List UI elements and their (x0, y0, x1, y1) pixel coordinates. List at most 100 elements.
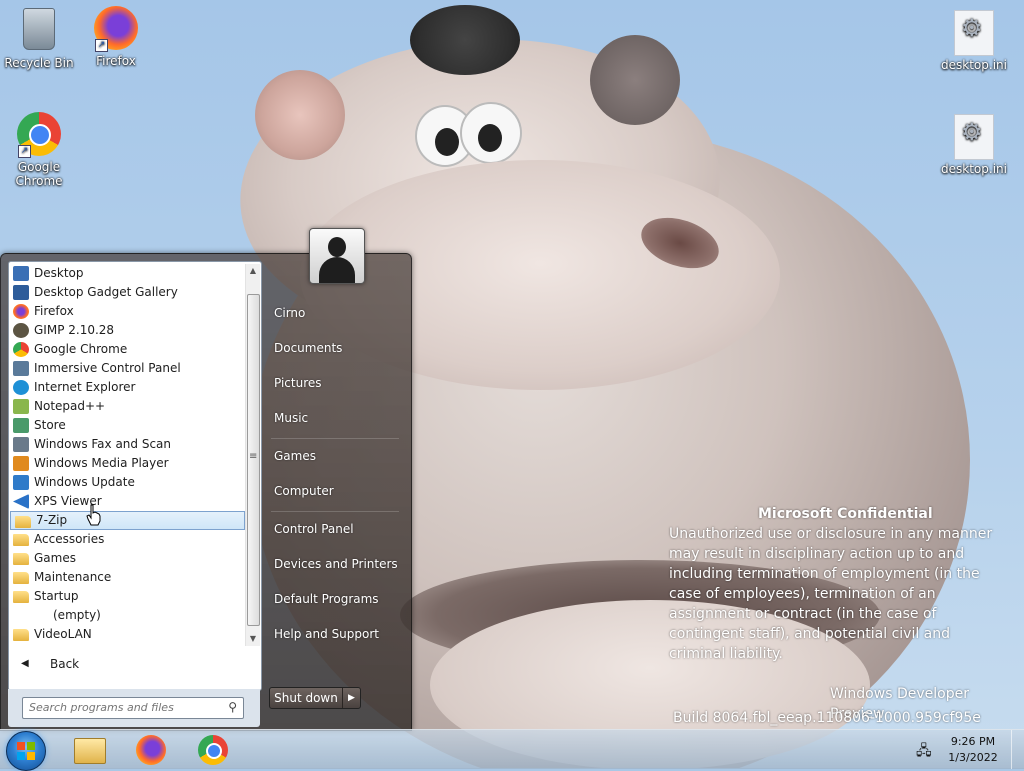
right-pane-devices-printers[interactable]: Devices and Printers (274, 557, 398, 571)
search-input[interactable] (23, 698, 223, 716)
desktop-icon-label: desktop.ini (941, 58, 1007, 72)
program-item[interactable]: GIMP 2.10.28 (9, 321, 245, 340)
chrome-icon (198, 735, 228, 765)
shortcut-arrow-icon: ↗ (18, 145, 31, 158)
watermark-title: Microsoft Confidential (758, 506, 933, 522)
show-desktop-button[interactable] (1011, 730, 1024, 769)
desktop-icon-chrome[interactable]: ↗ Google Chrome (1, 112, 77, 188)
back-label: Back (50, 657, 80, 671)
right-pane-control-panel[interactable]: Control Panel (274, 522, 354, 536)
watermark-body: Unauthorized use or disclosure in any ma… (669, 526, 993, 662)
watermark-build: Build 8064.fbl_eeap.110806-1000.959cf95e (673, 710, 981, 726)
settings-file-icon (951, 114, 997, 160)
firefox-icon (136, 735, 166, 765)
store-icon (13, 418, 29, 433)
folder-label: 7-Zip (36, 513, 68, 527)
desktop-icon-desktop-ini[interactable]: desktop.ini (936, 114, 1012, 176)
right-pane-games[interactable]: Games (274, 449, 316, 463)
clock-date: 1/3/2022 (948, 751, 998, 764)
program-item[interactable]: Immersive Control Panel (9, 359, 245, 378)
folder-item-games[interactable]: Games (9, 549, 245, 568)
gadget-icon (13, 285, 29, 300)
folder-icon (13, 572, 29, 584)
start-button[interactable] (6, 731, 46, 771)
programs-scrollbar[interactable]: ▲ ▼ (245, 264, 260, 646)
program-item[interactable]: Internet Explorer (9, 378, 245, 397)
program-item[interactable]: Desktop (9, 264, 245, 283)
right-pane-computer[interactable]: Computer (274, 484, 334, 498)
chrome-icon: ↗ (16, 112, 62, 158)
program-item[interactable]: Windows Fax and Scan (9, 435, 245, 454)
program-item[interactable]: Google Chrome (9, 340, 245, 359)
program-label: Windows Fax and Scan (34, 437, 172, 451)
empty-placeholder: (empty) (9, 606, 245, 625)
program-label: Store (34, 418, 66, 432)
program-item[interactable]: Firefox (9, 302, 245, 321)
windows-update-icon (13, 475, 29, 490)
recycle-bin-icon (16, 8, 62, 54)
folder-item-maintenance[interactable]: Maintenance (9, 568, 245, 587)
right-pane-documents[interactable]: Documents (274, 341, 342, 355)
firefox-icon: ↗ (93, 6, 139, 52)
firefox-icon (13, 304, 29, 319)
search-area: ⚲ (8, 689, 260, 727)
right-pane-pictures[interactable]: Pictures (274, 376, 322, 390)
right-pane-default-programs[interactable]: Default Programs (274, 592, 379, 606)
program-item[interactable]: XPS Viewer (9, 492, 245, 511)
network-icon[interactable]: 🖧 (916, 740, 932, 759)
folder-item-accessories[interactable]: Accessories (9, 530, 245, 549)
program-item[interactable]: Windows Update (9, 473, 245, 492)
folder-item-7zip[interactable]: 7-Zip (10, 511, 245, 530)
wallpaper-hippo-pupil (435, 128, 459, 156)
desktop-icon-label: Firefox (96, 54, 136, 68)
program-item[interactable]: Notepad++ (9, 397, 245, 416)
right-pane-music[interactable]: Music (274, 411, 308, 425)
back-button[interactable]: ◀ Back (9, 653, 245, 675)
right-pane-user[interactable]: Cirno (274, 306, 305, 320)
program-label: Windows Media Player (34, 456, 169, 470)
wallpaper-hippo-pupil (478, 124, 502, 152)
scroll-up-arrow-icon[interactable]: ▲ (246, 264, 260, 278)
back-arrow-icon: ◀ (21, 658, 29, 669)
search-box[interactable]: ⚲ (22, 697, 244, 719)
media-player-icon (13, 456, 29, 471)
start-menu-programs-pane: Desktop Desktop Gadget Gallery Firefox G… (8, 261, 262, 691)
shutdown-control: Shut down ▶ (269, 687, 361, 709)
program-label: GIMP 2.10.28 (34, 323, 115, 337)
scroll-down-arrow-icon[interactable]: ▼ (246, 632, 260, 646)
ie-icon (13, 380, 29, 395)
folder-icon (13, 553, 29, 565)
program-item[interactable]: Desktop Gadget Gallery (9, 283, 245, 302)
desktop-icon (13, 266, 29, 281)
shutdown-button[interactable]: Shut down (270, 688, 343, 708)
windows-logo-icon (17, 742, 35, 760)
shutdown-options-arrow-icon[interactable]: ▶ (343, 688, 360, 708)
folder-item-startup[interactable]: Startup (9, 587, 245, 606)
xps-viewer-icon (13, 494, 29, 509)
right-pane-help-support[interactable]: Help and Support (274, 627, 379, 641)
folder-icon (13, 629, 29, 641)
clock[interactable]: 9:26 PM 1/3/2022 (940, 734, 1006, 766)
start-menu: Desktop Desktop Gadget Gallery Firefox G… (0, 228, 412, 731)
separator (271, 438, 399, 439)
fax-icon (13, 437, 29, 452)
desktop-icon-recycle-bin[interactable]: Recycle Bin (1, 6, 77, 70)
user-avatar[interactable] (309, 228, 365, 284)
wallpaper-hippo-ear (255, 70, 345, 160)
scroll-thumb[interactable] (247, 294, 260, 626)
notepad-plus-plus-icon (13, 399, 29, 414)
taskbar-explorer-button[interactable] (66, 732, 110, 768)
taskbar-chrome-button[interactable] (190, 732, 234, 768)
desktop-icon-desktop-ini[interactable]: desktop.ini (936, 10, 1012, 72)
desktop-icon-firefox[interactable]: ↗ Firefox (78, 6, 154, 68)
program-item[interactable]: Windows Media Player (9, 454, 245, 473)
folder-item-videolan[interactable]: VideoLAN (9, 625, 245, 644)
program-item[interactable]: Store (9, 416, 245, 435)
taskbar-firefox-button[interactable] (128, 732, 172, 768)
wallpaper-hippo-hair (410, 5, 520, 75)
program-label: Windows Update (34, 475, 135, 489)
folder-label: Accessories (34, 532, 105, 546)
folder-icon (13, 534, 29, 546)
folder-label: Games (34, 551, 76, 565)
search-icon[interactable]: ⚲ (228, 700, 237, 714)
